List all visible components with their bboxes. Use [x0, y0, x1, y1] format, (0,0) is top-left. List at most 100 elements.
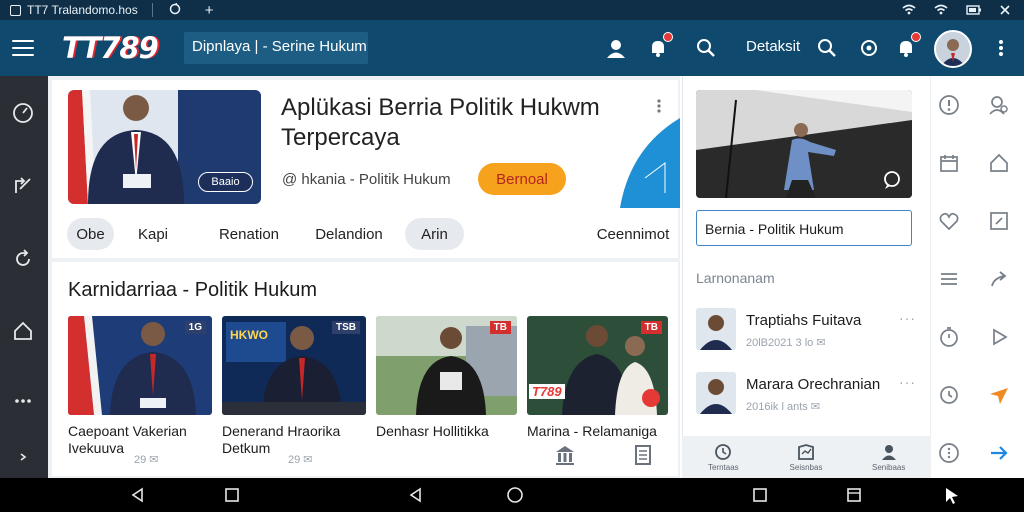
chip-category[interactable]: Delandion — [304, 218, 394, 250]
header-link[interactable]: Detaksit — [746, 38, 800, 55]
tab-profile[interactable]: Senibaas — [847, 436, 930, 478]
back-icon[interactable] — [406, 485, 426, 505]
right-panel-tabs: Terntaas Seisnbas Senibaas — [682, 436, 930, 478]
system-nav-bar — [0, 478, 1024, 512]
building-icon[interactable] — [554, 444, 576, 466]
status-bar: TT7 Tralandomo.hos + — [0, 0, 1024, 20]
tab-news[interactable]: Terntaas — [682, 436, 765, 478]
list-item-meta: 2016ik l ants ✉ — [746, 401, 821, 413]
square-icon[interactable] — [222, 485, 242, 505]
recents-icon[interactable] — [844, 485, 864, 505]
settings-icon[interactable] — [856, 35, 882, 61]
list-item[interactable]: Marara Orechranian 2016ik l ants ✉ ··· — [696, 372, 916, 416]
tab-label: Senibaas — [872, 462, 906, 472]
more-circle-icon[interactable] — [938, 442, 960, 464]
comment-icon[interactable] — [882, 170, 902, 190]
user-search-icon[interactable] — [988, 94, 1010, 116]
home-icon[interactable] — [10, 318, 36, 344]
news-caption[interactable]: Marina - Relamaniga — [527, 423, 677, 440]
avatar[interactable] — [934, 30, 972, 68]
caption-line: Denerand Hraorika — [222, 423, 341, 439]
news-thumbnail[interactable]: TB — [376, 316, 517, 415]
news-caption[interactable]: Caepoant Vakerian Ivekuuva — [68, 423, 218, 457]
notification-icon[interactable] — [645, 32, 673, 61]
chip-category[interactable]: Obe — [67, 218, 114, 250]
caption-meta: 29 ✉ — [134, 454, 159, 466]
left-rail — [0, 76, 48, 478]
arrow-right-icon[interactable] — [988, 442, 1010, 464]
right-section-title: Larnonanam — [696, 270, 775, 286]
list-item-meta: 20lB2021 3 lo ✉ — [746, 337, 826, 349]
news-thumbnail[interactable]: 1G — [68, 316, 212, 415]
refresh-icon[interactable] — [10, 246, 36, 272]
list-item-avatar — [696, 308, 736, 350]
profile-icon[interactable] — [603, 35, 629, 61]
edit-icon[interactable] — [988, 210, 1010, 232]
section-title: Karnidarriaa - Politik Hukum — [68, 279, 317, 301]
close-icon[interactable] — [1000, 3, 1010, 18]
square-icon[interactable] — [750, 485, 770, 505]
featured-image[interactable] — [696, 90, 912, 198]
time-icon[interactable] — [938, 384, 960, 406]
thumbnail-tag: TB — [640, 321, 662, 334]
logo-text: TT789 — [62, 31, 159, 65]
dashboard-icon[interactable] — [10, 100, 36, 126]
share-icon[interactable] — [10, 173, 36, 199]
hero-more-icon[interactable] — [656, 98, 664, 118]
list-item-title: Traptiahs Fuitava — [746, 312, 862, 329]
send-icon[interactable] — [988, 384, 1010, 406]
browser-tab[interactable]: TT7 Tralandomo.hos — [0, 0, 148, 20]
tab-reload-icon[interactable] — [169, 2, 181, 18]
tab-label: Terntaas — [707, 462, 739, 472]
chip-category[interactable]: Arin — [405, 218, 464, 250]
battery-icon — [966, 3, 982, 18]
list-icon[interactable] — [938, 268, 960, 290]
thumbnail-tag: TSB — [332, 321, 360, 334]
chevron-right-icon[interactable] — [10, 444, 36, 470]
news-thumbnail[interactable]: T789 TB — [527, 316, 668, 415]
search-icon[interactable] — [693, 35, 719, 61]
menu-icon[interactable] — [12, 40, 34, 56]
new-tab-button[interactable]: + — [205, 2, 214, 19]
info-icon[interactable] — [938, 94, 960, 116]
tab-trending[interactable]: Seisnbas — [765, 436, 848, 478]
wifi-icon — [934, 3, 948, 18]
notification-badge — [911, 32, 921, 42]
search-icon[interactable] — [814, 35, 840, 61]
hero-decoration — [620, 118, 680, 208]
logo[interactable]: TT789 — [62, 28, 174, 68]
tab-label: Seisnbas — [789, 462, 823, 472]
chip-category[interactable]: Kapi — [128, 218, 178, 250]
search-input[interactable]: Bernia - Politik Hukum — [696, 210, 912, 246]
heart-icon[interactable] — [938, 210, 960, 232]
hero-image[interactable]: Baaio — [68, 90, 261, 204]
timer-icon[interactable] — [938, 326, 960, 348]
tab-divider — [151, 3, 153, 17]
caption-line: Caepoant Vakerian — [68, 423, 187, 439]
notification-icon[interactable] — [893, 32, 921, 61]
home-icon[interactable] — [988, 152, 1010, 174]
thumbnail-tag: 1G — [184, 321, 206, 334]
more-icon[interactable]: ··· — [899, 374, 916, 390]
news-caption[interactable]: Denerand Hraorika Detkum — [222, 423, 372, 457]
list-item[interactable]: Traptiahs Fuitava 20lB2021 3 lo ✉ ··· — [696, 308, 916, 352]
chip-category[interactable]: Renation — [206, 218, 292, 250]
page-title: Dipnlaya | - Serine Hukum — [184, 32, 368, 64]
hero-image-label: Baaio — [198, 172, 253, 192]
document-icon[interactable] — [632, 444, 654, 466]
more-icon[interactable]: ··· — [899, 310, 916, 326]
tab-title: TT7 Tralandomo.hos — [27, 3, 138, 17]
more-icon[interactable] — [10, 388, 36, 414]
home-circle-icon[interactable] — [505, 485, 525, 505]
news-thumbnail[interactable]: HKWO TSB — [222, 316, 366, 415]
cursor-icon[interactable] — [942, 485, 962, 505]
back-icon[interactable] — [128, 485, 148, 505]
share-arrow-icon[interactable] — [988, 268, 1010, 290]
news-caption[interactable]: Denhasr Hollitikka — [376, 423, 526, 440]
play-icon[interactable] — [988, 326, 1010, 348]
more-icon[interactable] — [988, 35, 1014, 61]
app-header: TT789 Dipnlaya | - Serine Hukum Detaksit — [0, 20, 1024, 76]
calendar-icon[interactable] — [938, 152, 960, 174]
chip-category[interactable]: Ceennimot — [586, 218, 680, 250]
hero-cta-button[interactable]: Bernoal — [478, 163, 566, 195]
